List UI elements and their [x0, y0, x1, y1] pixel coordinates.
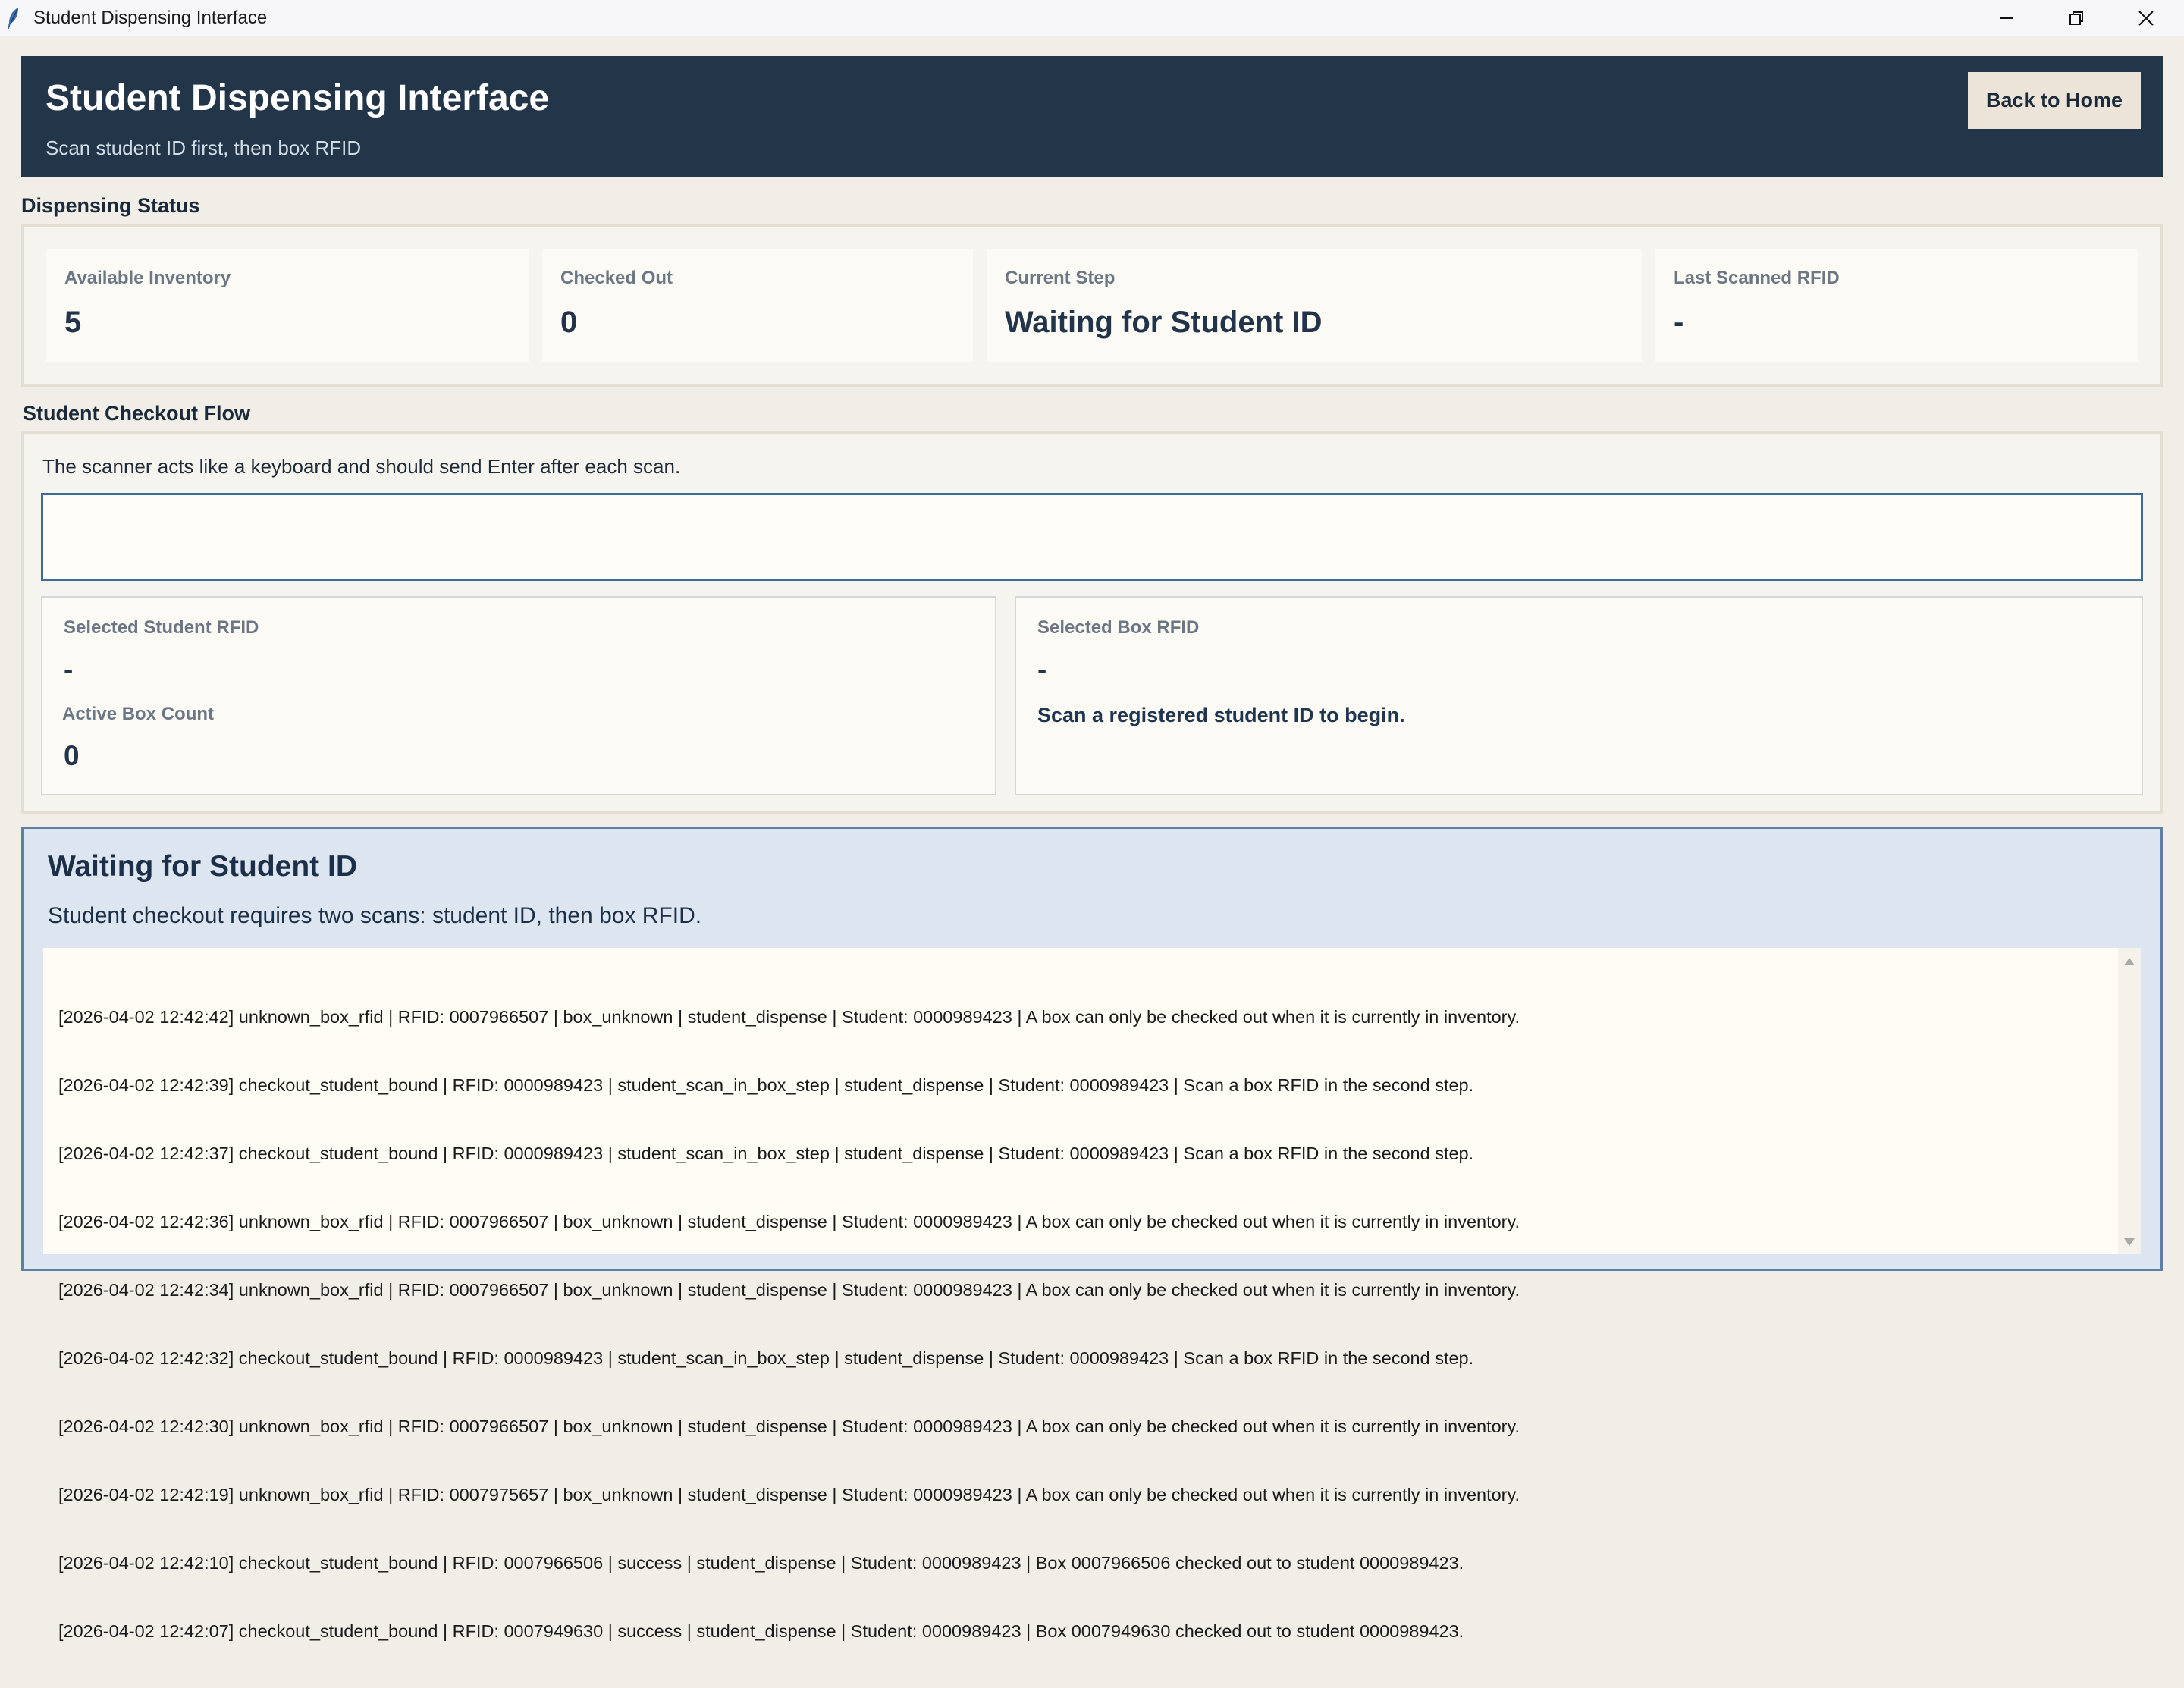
checkout-flow-label: Student Checkout Flow — [23, 402, 250, 425]
stat-card-current-step: Current Step Waiting for Student ID — [987, 249, 1642, 362]
maximize-button[interactable] — [2041, 0, 2111, 36]
minimize-button[interactable] — [1972, 0, 2041, 36]
stat-label: Last Scanned RFID — [1674, 268, 1840, 288]
activity-log[interactable]: [2026-04-02 12:42:42] unknown_box_rfid |… — [43, 948, 2141, 1641]
box-rfid-label: Selected Box RFID — [1037, 617, 1200, 638]
student-info-card: Selected Student RFID - Active Box Count… — [41, 596, 996, 795]
scroll-down-arrow[interactable] — [2118, 1233, 2141, 1251]
box-rfid-value: - — [1037, 654, 1047, 685]
status-panel: Waiting for Student ID Student checkout … — [21, 827, 2163, 1641]
status-subtitle: Student checkout requires two scans: stu… — [48, 903, 702, 928]
scroll-up-arrow[interactable] — [2118, 952, 2141, 971]
scanner-hint: The scanner acts like a keyboard and sho… — [42, 455, 681, 478]
feather-icon — [8, 8, 18, 29]
active-box-count-label: Active Box Count — [62, 704, 215, 724]
log-line: [2026-04-02 12:42:42] unknown_box_rfid |… — [58, 1007, 1520, 1027]
window-title: Student Dispensing Interface — [33, 8, 268, 28]
stat-label: Available Inventory — [64, 268, 231, 288]
box-info-card: Selected Box RFID - Scan a registered st… — [1015, 596, 2143, 795]
log-line: [2026-04-02 12:42:36] unknown_box_rfid |… — [58, 1212, 1520, 1231]
stat-value: 5 — [64, 306, 82, 339]
log-lines: [2026-04-02 12:42:42] unknown_box_rfid |… — [58, 960, 2106, 1688]
dispensing-status-label: Dispensing Status — [21, 194, 200, 217]
minimize-icon — [2000, 17, 2013, 19]
log-line: [2026-04-02 12:42:10] checkout_student_b… — [58, 1553, 1464, 1573]
log-line: [2026-04-02 12:42:39] checkout_student_b… — [58, 1075, 1474, 1095]
back-to-home-button[interactable]: Back to Home — [1968, 72, 2141, 129]
page-header: Student Dispensing Interface Scan studen… — [21, 56, 2163, 177]
student-rfid-label: Selected Student RFID — [64, 617, 259, 638]
log-scrollbar[interactable] — [2118, 948, 2141, 1254]
page-subtitle: Scan student ID first, then box RFID — [46, 136, 362, 159]
box-step-message: Scan a registered student ID to begin. — [1037, 704, 1405, 726]
scan-input[interactable] — [41, 493, 2143, 581]
stat-label: Checked Out — [560, 268, 673, 288]
window-titlebar: Student Dispensing Interface — [0, 0, 2184, 36]
stat-card-available-inventory: Available Inventory 5 — [46, 249, 529, 362]
log-line: [2026-04-02 12:42:34] unknown_box_rfid |… — [58, 1280, 1520, 1300]
page-title: Student Dispensing Interface — [46, 78, 550, 118]
stat-value: 0 — [560, 306, 578, 339]
log-line: [2026-04-02 12:42:07] checkout_student_b… — [58, 1621, 1464, 1641]
stat-card-checked-out: Checked Out 0 — [542, 249, 973, 362]
stat-label: Current Step — [1005, 268, 1116, 288]
log-line: [2026-04-02 12:42:32] checkout_student_b… — [58, 1348, 1474, 1368]
dispensing-status-frame: Available Inventory 5 Checked Out 0 Curr… — [21, 224, 2163, 387]
status-title: Waiting for Student ID — [48, 850, 357, 883]
log-line: [2026-04-02 12:42:37] checkout_student_b… — [58, 1144, 1474, 1163]
triangle-down-icon — [2124, 1238, 2135, 1246]
stat-value: - — [1674, 306, 1684, 339]
maximize-icon — [2069, 11, 2083, 25]
student-rfid-value: - — [64, 654, 74, 685]
close-icon — [2138, 11, 2154, 26]
log-line: [2026-04-02 12:42:19] unknown_box_rfid |… — [58, 1485, 1520, 1504]
close-button[interactable] — [2111, 0, 2181, 36]
stat-value: Waiting for Student ID — [1005, 306, 1323, 339]
triangle-up-icon — [2124, 958, 2135, 965]
log-line: [2026-04-02 12:42:30] unknown_box_rfid |… — [58, 1417, 1520, 1436]
stat-card-last-scanned-rfid: Last Scanned RFID - — [1655, 249, 2138, 362]
active-box-count-value: 0 — [64, 740, 80, 771]
